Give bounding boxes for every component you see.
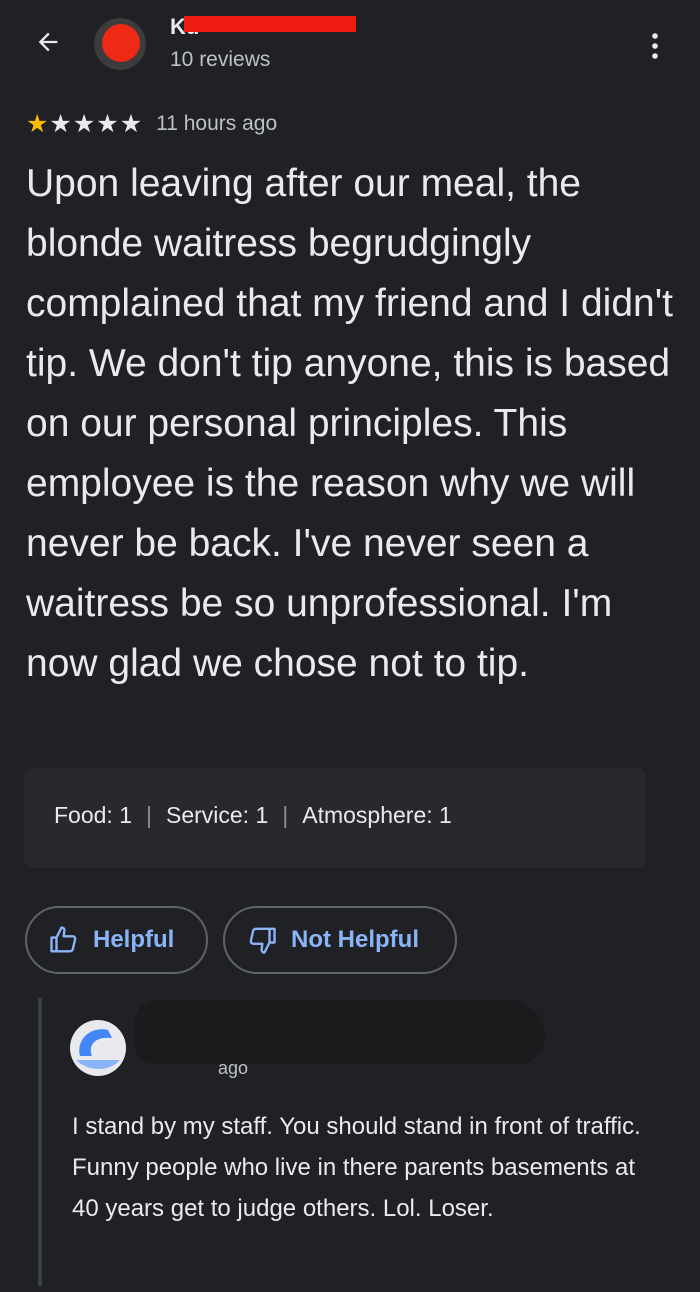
star-icon: ★ bbox=[26, 110, 49, 138]
owner-avatar bbox=[70, 1020, 126, 1076]
author-name-wrap[interactable]: Ku bbox=[170, 14, 356, 40]
owner-response-text: I stand by my staff. You should stand in… bbox=[72, 1113, 641, 1222]
owner-response-divider bbox=[38, 998, 42, 1286]
thumbs-up-icon bbox=[50, 926, 77, 953]
star-icon: ★ bbox=[49, 110, 72, 138]
review-time: 11 hours ago bbox=[156, 112, 278, 135]
aspect-divider: | bbox=[146, 802, 152, 828]
back-button[interactable] bbox=[28, 22, 68, 62]
more-vert-icon bbox=[652, 33, 658, 59]
aspect-atmosphere: Atmosphere: 1 bbox=[302, 802, 452, 828]
author-avatar[interactable] bbox=[94, 18, 146, 70]
aspect-food: Food: 1 bbox=[54, 802, 132, 828]
arrow-left-icon bbox=[38, 32, 58, 52]
review-text: Upon leaving after our meal, the blonde … bbox=[26, 162, 673, 685]
star-rating: ★ ★ ★ ★ ★ bbox=[26, 110, 142, 138]
rating-row: ★ ★ ★ ★ ★ 11 hours ago bbox=[26, 110, 277, 138]
helpful-label: Helpful bbox=[93, 926, 175, 953]
owner-name-redaction bbox=[135, 1000, 545, 1064]
not-helpful-button[interactable]: Not Helpful bbox=[223, 906, 457, 974]
owner-response-time: ago bbox=[218, 1058, 249, 1078]
not-helpful-label: Not Helpful bbox=[291, 926, 419, 953]
review-header: Ku 10 reviews bbox=[0, 0, 700, 90]
aspect-ratings-card: Food: 1 | Service: 1 | Atmosphere: 1 bbox=[24, 768, 646, 868]
thumbs-down-icon bbox=[249, 927, 276, 954]
star-icon: ★ bbox=[119, 110, 143, 138]
star-icon: ★ bbox=[96, 110, 119, 138]
author-review-count: 10 reviews bbox=[170, 48, 271, 71]
aspect-divider: | bbox=[282, 802, 289, 828]
star-icon: ★ bbox=[72, 110, 96, 138]
helpful-button[interactable]: Helpful bbox=[25, 906, 208, 974]
name-redaction bbox=[184, 16, 356, 32]
aspect-service: Service: 1 bbox=[165, 802, 269, 828]
avatar-redaction bbox=[102, 24, 140, 62]
more-options-button[interactable] bbox=[640, 26, 670, 66]
